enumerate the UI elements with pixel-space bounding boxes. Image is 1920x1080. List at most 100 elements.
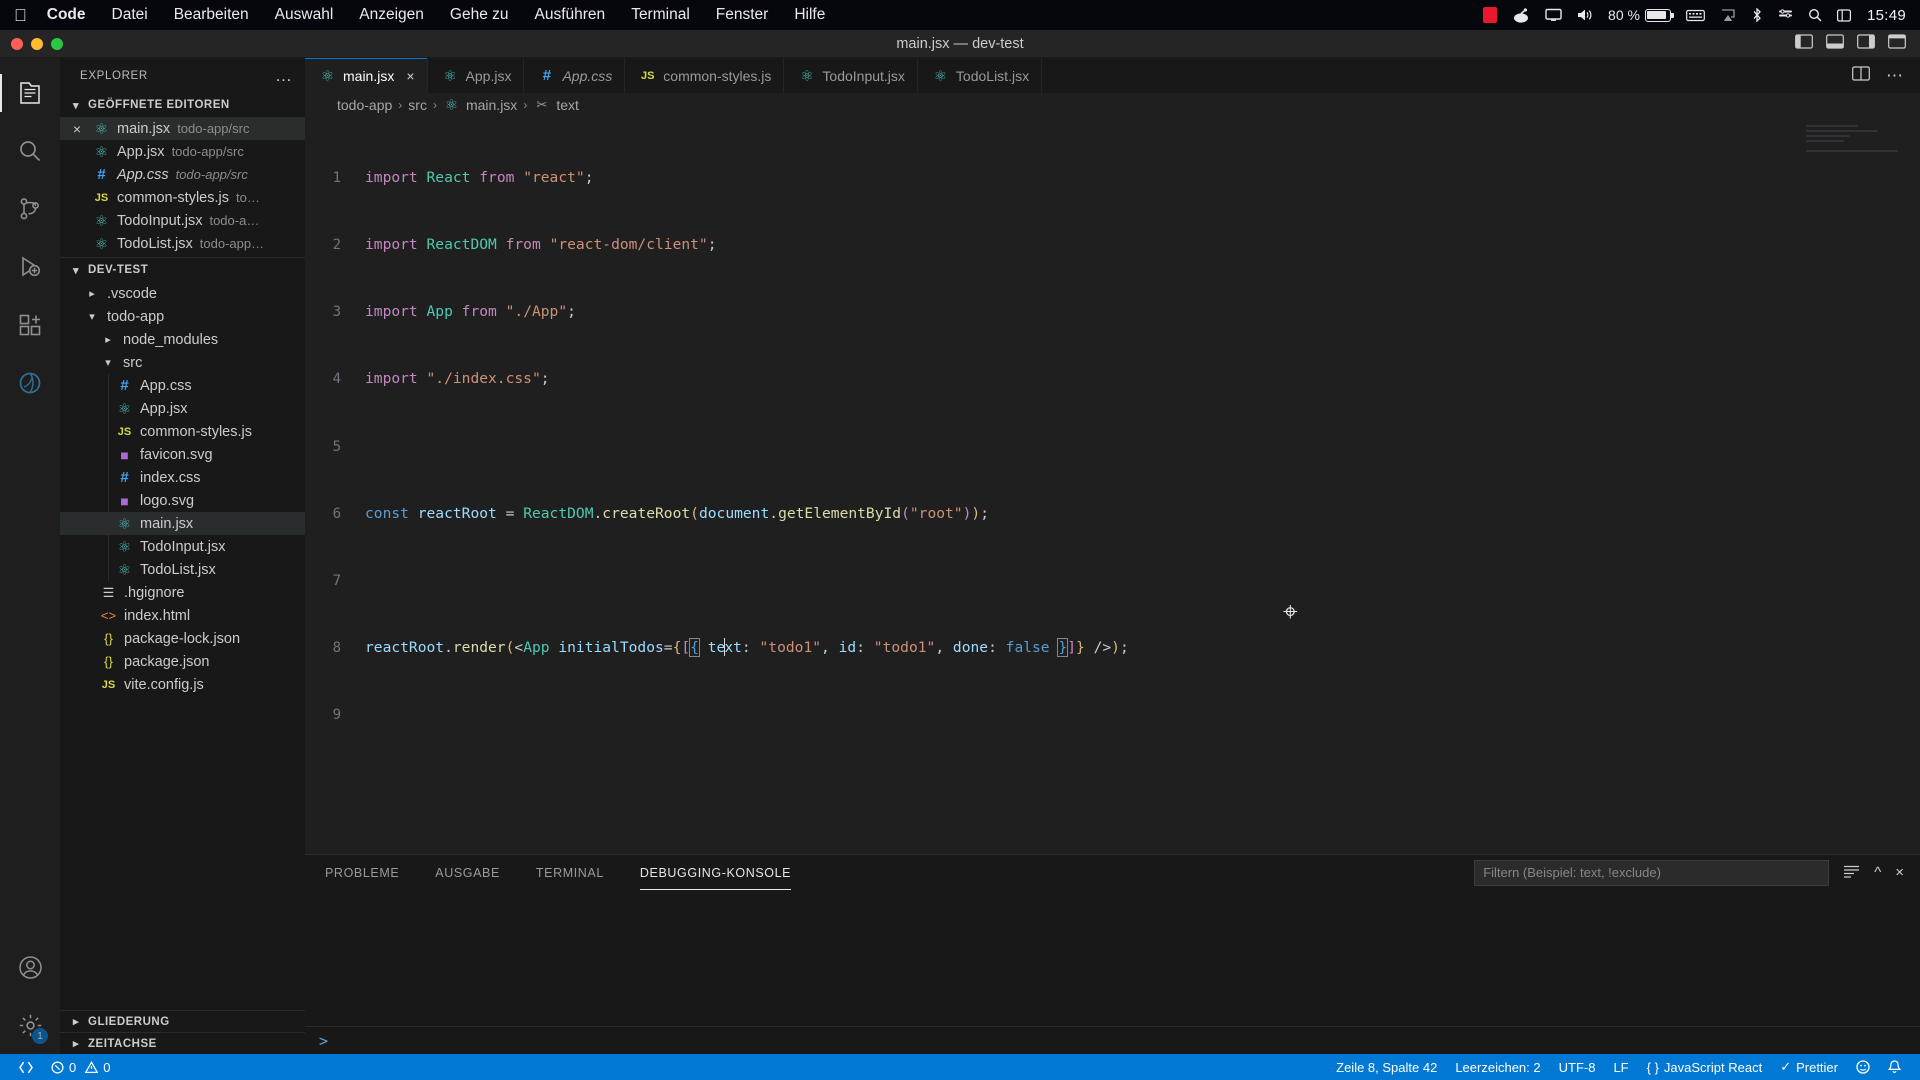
- menu-item-datei[interactable]: Datei: [112, 6, 148, 24]
- toggle-panel-icon[interactable]: [1826, 33, 1844, 54]
- tree-item-main-jsx[interactable]: ⚛ main.jsx: [60, 512, 305, 535]
- activitybar-item-manage[interactable]: 1: [0, 996, 60, 1054]
- volume-icon[interactable]: [1577, 8, 1593, 22]
- activitybar-item-extensions[interactable]: [0, 296, 60, 354]
- tab-common-styles-js[interactable]: JS common-styles.js: [625, 58, 785, 93]
- opened-editor-app-jsx[interactable]: ⚛ App.jsx todo-app/src: [60, 140, 305, 163]
- status-formatter[interactable]: ✓ Prettier: [1771, 1054, 1847, 1080]
- status-language-mode[interactable]: { } JavaScript React: [1638, 1054, 1772, 1080]
- tree-item-hgignore[interactable]: ☰ .hgignore: [60, 581, 305, 604]
- tab-close-icon[interactable]: ×: [406, 68, 414, 84]
- activitybar-item-source-control[interactable]: [0, 180, 60, 238]
- status-notifications[interactable]: [1879, 1054, 1910, 1080]
- clock-label[interactable]: 15:49: [1867, 7, 1906, 24]
- section-zeitachse[interactable]: ▸ ZEITACHSE: [60, 1032, 305, 1054]
- panel-tab-ausgabe[interactable]: AUSGABE: [435, 855, 500, 890]
- activitybar-item-azure[interactable]: [0, 354, 60, 412]
- menu-item-fenster[interactable]: Fenster: [716, 6, 769, 24]
- panel-tab-debugging-konsole[interactable]: DEBUGGING-KONSOLE: [639, 855, 792, 890]
- battery-icon[interactable]: 80 %: [1608, 7, 1674, 23]
- opened-editor-common-styles-js[interactable]: JS common-styles.js to…: [60, 186, 305, 209]
- activitybar-item-search[interactable]: [0, 122, 60, 180]
- minimap[interactable]: [1806, 125, 1906, 159]
- workspace-header[interactable]: ▾ DEV-TEST: [60, 258, 305, 282]
- status-eol[interactable]: LF: [1604, 1054, 1637, 1080]
- display-icon[interactable]: [1545, 8, 1562, 22]
- tree-item-app-css[interactable]: # App.css: [60, 374, 305, 397]
- breadcrumb-item-main-jsx[interactable]: main.jsx: [466, 97, 517, 113]
- status-encoding[interactable]: UTF-8: [1550, 1054, 1605, 1080]
- more-actions-icon[interactable]: ⋯: [1886, 66, 1904, 86]
- opened-editor-app-css[interactable]: # App.css todo-app/src: [60, 163, 305, 186]
- record-icon[interactable]: [1483, 7, 1498, 23]
- bluetooth-icon[interactable]: [1751, 8, 1763, 22]
- code-editor[interactable]: 1 import React from "react"; 2 import Re…: [305, 117, 1920, 854]
- menu-item-gehe-zu[interactable]: Gehe zu: [450, 6, 509, 24]
- zoom-button[interactable]: [51, 37, 63, 50]
- tree-item-src[interactable]: ▾ src: [60, 351, 305, 374]
- minimize-button[interactable]: [31, 37, 43, 50]
- status-remote-indicator[interactable]: [10, 1054, 42, 1080]
- breadcrumb-item-text[interactable]: text: [556, 97, 579, 113]
- tree-item-index-css[interactable]: # index.css: [60, 466, 305, 489]
- tab-todolist-jsx[interactable]: ⚛ TodoList.jsx: [917, 58, 1043, 93]
- opened-editor-todolist-jsx[interactable]: ⚛ TodoList.jsx todo-app…: [60, 232, 305, 255]
- opened-editor-main-jsx[interactable]: × ⚛ main.jsx todo-app/src: [60, 117, 305, 140]
- tab-main-jsx[interactable]: ⚛ main.jsx ×: [305, 58, 428, 93]
- tree-item-package-lock-json[interactable]: {} package-lock.json: [60, 627, 305, 650]
- tree-item-logo-svg[interactable]: ■ logo.svg: [60, 489, 305, 512]
- menu-extras-icon[interactable]: [1836, 8, 1851, 22]
- menu-item-ausfuehren[interactable]: Ausführen: [535, 6, 606, 24]
- opened-editor-todoinput-jsx[interactable]: ⚛ TodoInput.jsx todo-a…: [60, 209, 305, 232]
- toggle-secondary-sidebar-icon[interactable]: [1857, 33, 1875, 54]
- toggle-primary-sidebar-icon[interactable]: [1795, 33, 1813, 54]
- menu-item-code[interactable]: Code: [47, 6, 86, 24]
- menu-item-anzeigen[interactable]: Anzeigen: [359, 6, 424, 24]
- tree-item-app-jsx[interactable]: ⚛ App.jsx: [60, 397, 305, 420]
- tree-item-todolist-jsx[interactable]: ⚛ TodoList.jsx: [60, 558, 305, 581]
- tab-todoinput-jsx[interactable]: ⚛ TodoInput.jsx: [784, 58, 918, 93]
- activitybar-item-explorer[interactable]: [0, 64, 60, 122]
- debug-console-output[interactable]: >: [305, 890, 1920, 1054]
- apple-icon[interactable]: : [14, 7, 27, 24]
- tree-item-common-styles-js[interactable]: JS common-styles.js: [60, 420, 305, 443]
- menu-item-bearbeiten[interactable]: Bearbeiten: [174, 6, 249, 24]
- activitybar-item-run-and-debug[interactable]: [0, 238, 60, 296]
- panel-tab-terminal[interactable]: TERMINAL: [536, 855, 604, 890]
- tab-app-jsx[interactable]: ⚛ App.jsx: [427, 58, 525, 93]
- menu-item-auswahl[interactable]: Auswahl: [275, 6, 334, 24]
- status-cursor-position[interactable]: Zeile 8, Spalte 42: [1327, 1054, 1446, 1080]
- menu-item-hilfe[interactable]: Hilfe: [794, 6, 825, 24]
- keyboard-icon[interactable]: [1686, 9, 1705, 22]
- tree-item-todoinput-jsx[interactable]: ⚛ TodoInput.jsx: [60, 535, 305, 558]
- chevron-up-icon[interactable]: ^: [1874, 864, 1881, 881]
- status-feedback[interactable]: [1847, 1054, 1879, 1080]
- close-icon[interactable]: ×: [68, 121, 86, 137]
- customize-layout-icon[interactable]: [1888, 33, 1906, 54]
- shield-icon[interactable]: [1512, 7, 1530, 23]
- status-problems[interactable]: 0 0: [42, 1054, 119, 1080]
- code-lines[interactable]: 1 import React from "react"; 2 import Re…: [305, 117, 1920, 772]
- tree-item-package-json[interactable]: {} package.json: [60, 650, 305, 673]
- control-center-icon[interactable]: [1778, 8, 1793, 22]
- search-icon[interactable]: [1808, 8, 1822, 22]
- tree-item-todo-app[interactable]: ▾ todo-app: [60, 305, 305, 328]
- status-indentation[interactable]: Leerzeichen: 2: [1446, 1054, 1549, 1080]
- tab-app-css[interactable]: # App.css: [524, 58, 626, 93]
- console-filter-input[interactable]: Filtern (Beispiel: text, !exclude): [1474, 859, 1830, 886]
- activitybar-item-accounts[interactable]: [0, 938, 60, 996]
- breadcrumb-item-todo-app[interactable]: todo-app: [337, 97, 392, 113]
- airplay-icon[interactable]: [1720, 8, 1736, 22]
- clear-console-icon[interactable]: [1843, 864, 1860, 882]
- tree-item-vite-config-js[interactable]: JS vite.config.js: [60, 673, 305, 696]
- close-button[interactable]: [11, 37, 23, 50]
- split-editor-icon[interactable]: [1852, 65, 1870, 86]
- breadcrumb-item-src[interactable]: src: [408, 97, 427, 113]
- opened-editors-header[interactable]: ▾ GEÖFFNETE EDITOREN: [60, 93, 305, 117]
- tree-item-node-modules[interactable]: ▸ node_modules: [60, 328, 305, 351]
- close-icon[interactable]: ×: [1895, 864, 1904, 881]
- tree-item-favicon-svg[interactable]: ■ favicon.svg: [60, 443, 305, 466]
- tree-item-vscode[interactable]: ▸ .vscode: [60, 282, 305, 305]
- section-gliederung[interactable]: ▸ GLIEDERUNG: [60, 1010, 305, 1032]
- menu-item-terminal[interactable]: Terminal: [631, 6, 690, 24]
